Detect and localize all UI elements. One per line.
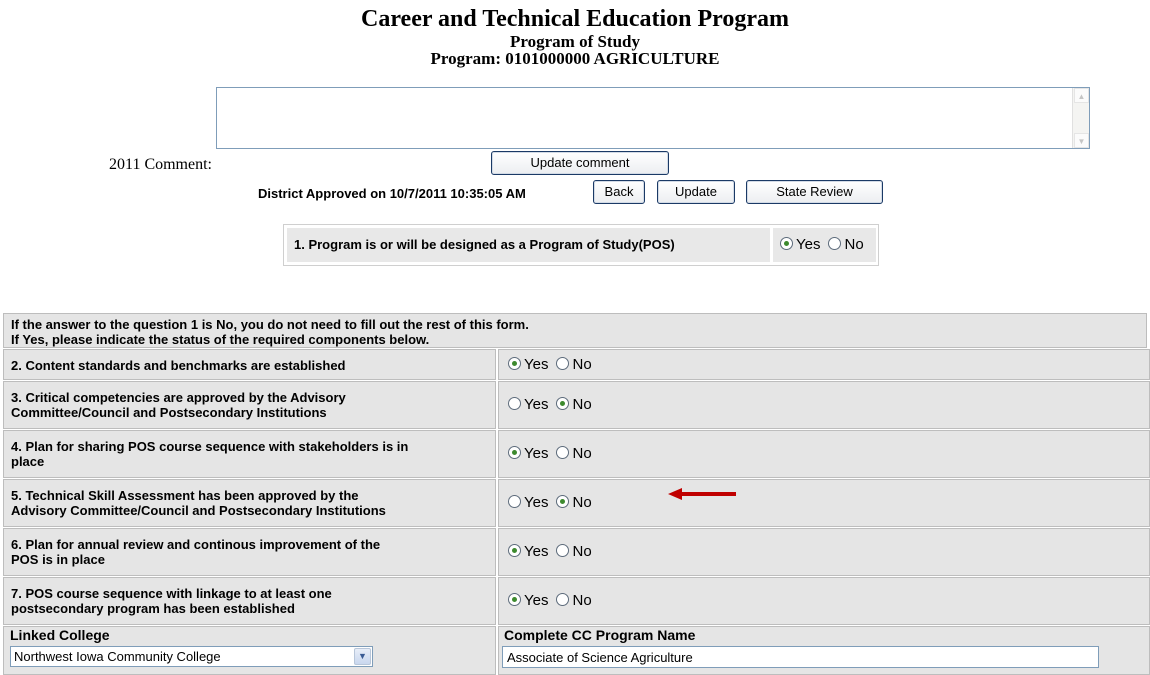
no-label: No [844, 236, 864, 253]
table-row: 4. Plan for sharing POS course sequence … [3, 430, 1150, 478]
question-5-line-2: Advisory Committee/Council and Postsecon… [11, 503, 386, 518]
update-comment-button[interactable]: Update comment [491, 151, 669, 175]
question-6-line-2: POS is in place [11, 552, 105, 567]
table-row: 7. POS course sequence with linkage to a… [3, 577, 1150, 625]
question-7-line-1: 7. POS course sequence with linkage to a… [11, 586, 332, 601]
no-label: No [572, 494, 592, 511]
update-button[interactable]: Update [657, 180, 735, 204]
question-1-text: 1. Program is or will be designed as a P… [287, 228, 770, 262]
linked-college-label: Linked College [10, 627, 110, 643]
question-2-no-radio[interactable] [556, 357, 570, 370]
question-5-no-radio[interactable] [556, 495, 570, 508]
no-label: No [572, 592, 592, 609]
question-3-yes-radio[interactable] [508, 397, 521, 410]
question-2-yes-radio[interactable] [508, 357, 521, 370]
question-7-yes-radio[interactable] [508, 593, 521, 606]
question-5-yes-radio[interactable] [508, 495, 521, 508]
question-2-text: 2. Content standards and benchmarks are … [11, 358, 346, 373]
comment-box: ▲ ▼ [216, 87, 1090, 149]
scroll-up-icon[interactable]: ▲ [1074, 88, 1089, 103]
question-4-yes-radio[interactable] [508, 446, 521, 459]
page-title: Career and Technical Education Program [360, 6, 789, 32]
question-4-line-1: 4. Plan for sharing POS course sequence … [11, 439, 409, 454]
approval-status: District Approved on 10/7/2011 10:35:05 … [258, 186, 526, 201]
question-2-options: Yes No [506, 356, 592, 373]
intro-row: If the answer to the question 1 is No, y… [3, 313, 1150, 348]
red-arrow-icon [668, 488, 736, 500]
table-row: 5. Technical Skill Assessment has been a… [3, 479, 1150, 527]
question-6-line-1: 6. Plan for annual review and continous … [11, 537, 381, 552]
comment-scrollbar[interactable]: ▲ ▼ [1072, 88, 1089, 148]
question-1-options: Yes No [773, 228, 876, 262]
question-3-options: Yes No [506, 396, 592, 413]
question-6-yes-radio[interactable] [508, 544, 521, 557]
question-6-no-radio[interactable] [556, 544, 570, 557]
intro-line-2: If Yes, please indicate the status of th… [11, 332, 430, 347]
question-6-options: Yes No [506, 543, 592, 560]
question-3-no-radio[interactable] [556, 397, 570, 410]
no-label: No [572, 445, 592, 462]
question-4-options: Yes No [506, 445, 592, 462]
question-3-line-1: 3. Critical competencies are approved by… [11, 390, 346, 405]
no-label: No [572, 356, 592, 373]
yes-label: Yes [524, 356, 549, 373]
comment-textarea[interactable] [217, 88, 1073, 148]
comment-label: 2011 Comment: [109, 156, 212, 173]
question-7-no-radio[interactable] [556, 593, 570, 606]
yes-label: Yes [796, 236, 821, 253]
yes-label: Yes [524, 445, 549, 462]
scroll-down-icon[interactable]: ▼ [1074, 133, 1089, 148]
question-1-table: 1. Program is or will be designed as a P… [283, 224, 879, 266]
question-3-line-2: Committee/Council and Postsecondary Inst… [11, 405, 327, 420]
table-row: 6. Plan for annual review and continous … [3, 528, 1150, 576]
chevron-down-icon[interactable]: ▼ [354, 648, 371, 665]
back-button[interactable]: Back [593, 180, 645, 204]
cc-program-name-input[interactable] [502, 646, 1099, 668]
program-name: Program: 0101000000 AGRICULTURE [430, 49, 720, 68]
question-4-line-2: place [11, 454, 45, 469]
cc-program-name-label: Complete CC Program Name [504, 627, 696, 643]
linked-college-value: Northwest Iowa Community College [14, 649, 221, 664]
state-review-button[interactable]: State Review [746, 180, 883, 204]
no-label: No [572, 396, 592, 413]
table-row: 3. Critical competencies are approved by… [3, 381, 1150, 429]
question-1-yes-radio[interactable] [780, 237, 793, 250]
question-5-options: Yes No [506, 494, 592, 511]
no-label: No [572, 543, 592, 560]
yes-label: Yes [524, 494, 549, 511]
question-7-options: Yes No [506, 592, 592, 609]
yes-label: Yes [524, 592, 549, 609]
question-1-no-radio[interactable] [828, 237, 842, 250]
linked-college-select[interactable]: Northwest Iowa Community College ▼ [10, 646, 373, 667]
yes-label: Yes [524, 543, 549, 560]
yes-label: Yes [524, 396, 549, 413]
table-row: 2. Content standards and benchmarks are … [3, 349, 1150, 380]
question-5-line-1: 5. Technical Skill Assessment has been a… [11, 488, 359, 503]
intro-cell: If the answer to the question 1 is No, y… [3, 313, 1147, 348]
question-7-line-2: postsecondary program has been establish… [11, 601, 295, 616]
intro-line-1: If the answer to the question 1 is No, y… [11, 317, 529, 332]
question-4-no-radio[interactable] [556, 446, 570, 459]
